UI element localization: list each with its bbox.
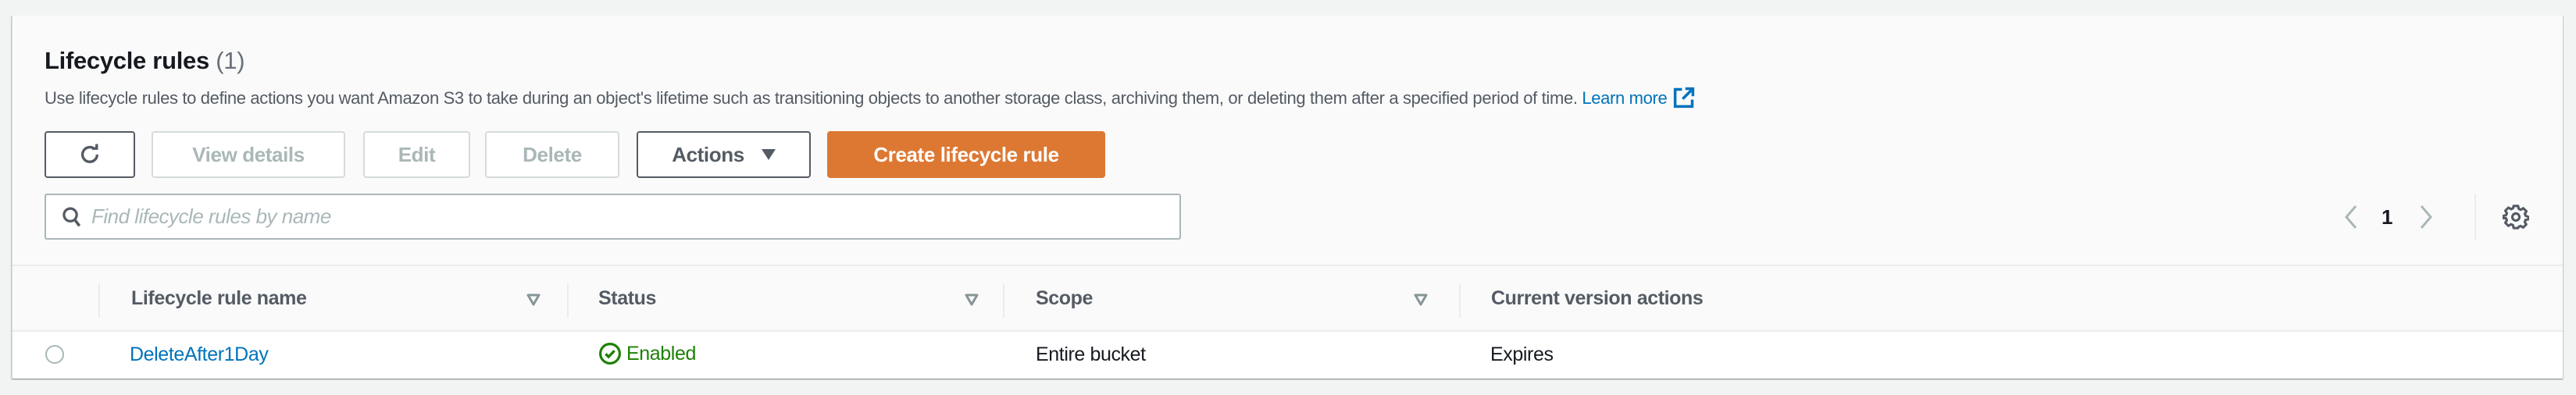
column-divider <box>98 283 100 318</box>
status-cell: Enabled <box>598 342 696 365</box>
page-title: Lifecycle rules (1) <box>45 45 245 77</box>
refresh-icon <box>80 144 99 163</box>
search-field[interactable] <box>45 194 1181 240</box>
delete-button[interactable]: Delete <box>485 131 619 178</box>
table-row: DeleteAfter1Day Enabled Entire bucket Ex… <box>12 332 2563 379</box>
edit-button[interactable]: Edit <box>363 131 470 178</box>
current-version-actions-cell: Expires <box>1490 343 1554 365</box>
sort-icon[interactable] <box>1413 293 1429 307</box>
row-select-radio[interactable] <box>45 345 64 364</box>
column-divider <box>1003 283 1004 318</box>
lifecycle-rules-panel: Lifecycle rules (1) Use lifecycle rules … <box>12 16 2563 379</box>
rule-name-link[interactable]: DeleteAfter1Day <box>130 343 269 365</box>
sort-icon[interactable] <box>964 293 979 307</box>
search-icon <box>62 206 81 226</box>
column-divider <box>567 283 569 318</box>
gear-icon[interactable] <box>2503 204 2529 230</box>
chevron-left-icon[interactable] <box>2344 205 2358 230</box>
search-input[interactable] <box>91 205 1179 229</box>
rule-count: (1) <box>216 47 245 74</box>
actions-dropdown[interactable]: Actions <box>637 131 811 178</box>
scope-cell: Entire bucket <box>1036 343 1146 365</box>
status-success-icon <box>599 343 621 365</box>
table-header: Lifecycle rule name Status Scope Current… <box>12 266 2563 330</box>
chevron-right-icon[interactable] <box>2419 205 2433 230</box>
actions-label: Actions <box>672 142 744 166</box>
caret-down-icon <box>761 149 776 160</box>
view-details-button[interactable]: View details <box>152 131 345 178</box>
external-link-icon <box>1674 87 1695 109</box>
pagination-divider <box>2474 194 2476 240</box>
page-number[interactable]: 1 <box>2382 205 2392 230</box>
description-text: Use lifecycle rules to define actions yo… <box>45 88 1578 108</box>
rule-name-cell: DeleteAfter1Day <box>130 343 269 366</box>
column-header-scope[interactable]: Scope <box>1036 287 1093 310</box>
column-header-current-version-actions: Current version actions <box>1491 287 1704 309</box>
column-header-status[interactable]: Status <box>598 287 656 310</box>
refresh-button[interactable] <box>45 131 135 178</box>
column-divider <box>1459 283 1461 318</box>
title-text: Lifecycle rules <box>45 47 209 74</box>
create-lifecycle-rule-button[interactable]: Create lifecycle rule <box>827 131 1105 178</box>
learn-more-label: Learn more <box>1582 88 1668 108</box>
description: Use lifecycle rules to define actions yo… <box>45 87 1695 110</box>
sort-icon[interactable] <box>526 293 541 307</box>
pagination: 1 <box>2344 204 2433 230</box>
learn-more-link[interactable]: Learn more <box>1582 87 1695 109</box>
column-header-name[interactable]: Lifecycle rule name <box>131 287 307 310</box>
status-text: Enabled <box>626 342 696 365</box>
